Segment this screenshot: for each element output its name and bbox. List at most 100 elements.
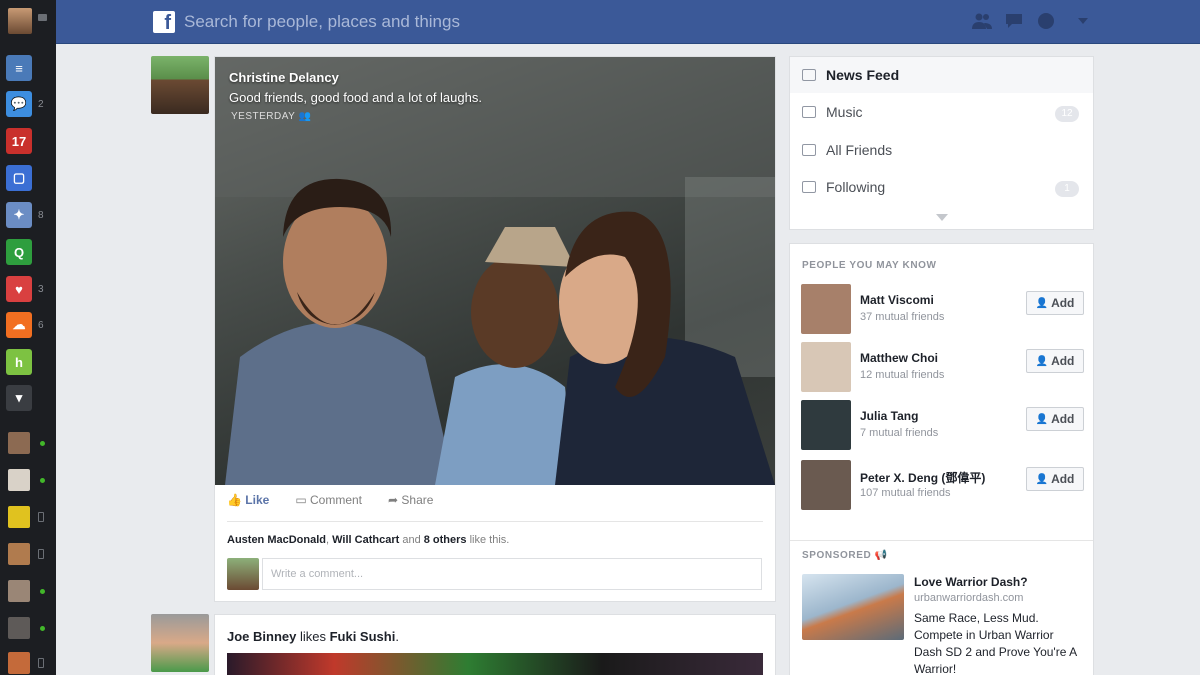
nav-item-1[interactable]: Music [802,104,863,120]
author-avatar[interactable] [151,614,209,672]
post-author[interactable]: Joe Binney [227,629,296,644]
notifications-globe-icon[interactable] [1036,12,1056,30]
friend-avatar[interactable] [8,617,30,639]
mutual-friends[interactable]: 107 mutual friends [860,487,951,499]
person-avatar[interactable] [801,400,851,450]
more-apps-chevron-icon[interactable]: ▾ [6,385,32,411]
add-label: Add [1051,412,1075,426]
friend-avatar[interactable] [8,652,30,674]
friend-avatar[interactable] [8,432,30,454]
person-avatar[interactable] [801,284,851,334]
comment-input[interactable]: Write a comment... [262,558,762,590]
sponsored-title: SPONSORED 📢 [802,550,888,561]
post-author[interactable]: Christine Delancy [229,70,339,85]
online-dot-icon [40,478,45,483]
like-button[interactable]: 👍 Like [227,493,269,507]
author-avatar[interactable] [151,56,209,114]
add-friend-icon: 👤 [1035,473,1049,485]
comment-label: Comment [310,493,363,507]
app-count-badge: 2 [38,99,44,110]
post-photo[interactable]: Christine Delancy Good friends, good foo… [215,57,775,485]
others-link[interactable]: 8 others [424,534,467,546]
health-app-icon[interactable]: ♥ [6,276,32,302]
houzz-app-icon[interactable]: h [6,349,32,375]
feed-filter-card: News Feed Music 12 All Friends Following 1 [789,56,1094,230]
post-verb: likes [296,629,330,644]
mutual-friends[interactable]: 37 mutual friends [860,311,944,323]
app-count-badge: 8 [38,210,44,221]
add-friend-button[interactable]: 👤 Add [1026,291,1084,315]
messages-icon[interactable] [1004,12,1024,30]
friend-avatar[interactable] [8,506,30,528]
friend-avatar[interactable] [8,469,30,491]
liker-link[interactable]: Will Cathcart [332,534,399,546]
nav-item-0[interactable]: News Feed [802,67,899,83]
add-friend-button[interactable]: 👤 Add [1026,407,1084,431]
ad-title[interactable]: Love Warrior Dash? [914,575,1028,589]
ad-url[interactable]: urbanwarriordash.com [914,592,1023,604]
post-timestamp[interactable]: YESTERDAY 👥 [231,111,311,122]
post-punctuation: . [395,629,399,644]
nav-item-3[interactable]: Following [802,179,885,195]
person-name[interactable]: Peter X. Deng (鄧偉平) [860,469,985,486]
pymk-card: PEOPLE YOU MAY KNOW Matt Viscomi 37 mutua… [789,243,1094,675]
comment-button[interactable]: ▭ Comment [295,493,362,507]
music-note-icon [802,106,816,118]
app-rail: ≡ 💬 2 17 ▢ ✦ 8 Q ♥ 3 ☁ 6 h ▾ [0,0,56,675]
mutual-friends[interactable]: 12 mutual friends [860,369,944,381]
chevron-down-icon[interactable] [1078,18,1088,24]
likes-separator: and [399,534,424,546]
nav-item-label: News Feed [826,67,900,83]
friend-avatar[interactable] [8,543,30,565]
person-avatar[interactable] [801,342,851,392]
person-name[interactable]: Matt Viscomi [860,293,934,307]
photos-app-icon[interactable]: ✦ [6,202,32,228]
person-name[interactable]: Matthew Choi [860,351,938,365]
person-name[interactable]: Julia Tang [860,409,918,423]
nav-item-2[interactable]: All Friends [802,142,892,158]
like-label: Like [245,493,270,507]
megaphone-icon: 📢 [874,550,888,561]
page-link[interactable]: Fuki Sushi [330,629,396,644]
facebook-logo-icon[interactable]: f [153,11,175,33]
messages-app-icon[interactable]: 💬 [6,91,32,117]
user-avatar[interactable] [8,8,32,34]
friends-icon [802,144,816,156]
add-friend-button[interactable]: 👤 Add [1026,467,1084,491]
divider [227,521,763,522]
add-label: Add [1051,354,1075,368]
person-avatar[interactable] [801,460,851,510]
sponsored-label: SPONSORED [802,550,872,561]
search-app-icon[interactable]: Q [6,239,32,265]
calendar-app-icon[interactable]: 17 [6,128,32,154]
search-input[interactable]: Search for people, places and things [184,12,460,32]
chevron-down-icon[interactable] [936,214,948,221]
liker-link[interactable]: Austen MacDonald [227,534,326,546]
ad-image[interactable] [802,574,904,640]
add-friend-icon: 👤 [1035,413,1049,425]
notes-app-icon[interactable]: ▢ [6,165,32,191]
friend-requests-icon[interactable] [972,12,992,30]
nav-item-label: All Friends [826,142,893,158]
add-friend-icon: 👤 [1035,355,1049,367]
app-count-badge: 6 [38,320,44,331]
mutual-friends[interactable]: 7 mutual friends [860,427,938,439]
friend-avatar[interactable] [8,580,30,602]
top-bar: f Search for people, places and things [56,0,1200,44]
post-caption: Good friends, good food and a lot of lau… [229,90,482,105]
mobile-icon [38,658,44,668]
add-friend-button[interactable]: 👤 Add [1026,349,1084,373]
post-actions: 👍 Like ▭ Comment ➦ Share [227,493,433,507]
divider [790,540,1093,541]
share-icon: ➦ [388,493,399,507]
timestamp-text: YESTERDAY [231,111,296,122]
add-label: Add [1051,296,1075,310]
add-friend-icon: 👤 [1035,297,1049,309]
thumbs-up-icon: 👍 [227,493,242,507]
share-button[interactable]: ➦ Share [388,493,433,507]
online-dot-icon [40,626,45,631]
post-title: Joe Binney likes Fuki Sushi. [227,629,399,644]
soundcloud-app-icon[interactable]: ☁ [6,312,32,338]
newsfeed-app-icon[interactable]: ≡ [6,55,32,81]
post-photo[interactable] [227,653,763,675]
